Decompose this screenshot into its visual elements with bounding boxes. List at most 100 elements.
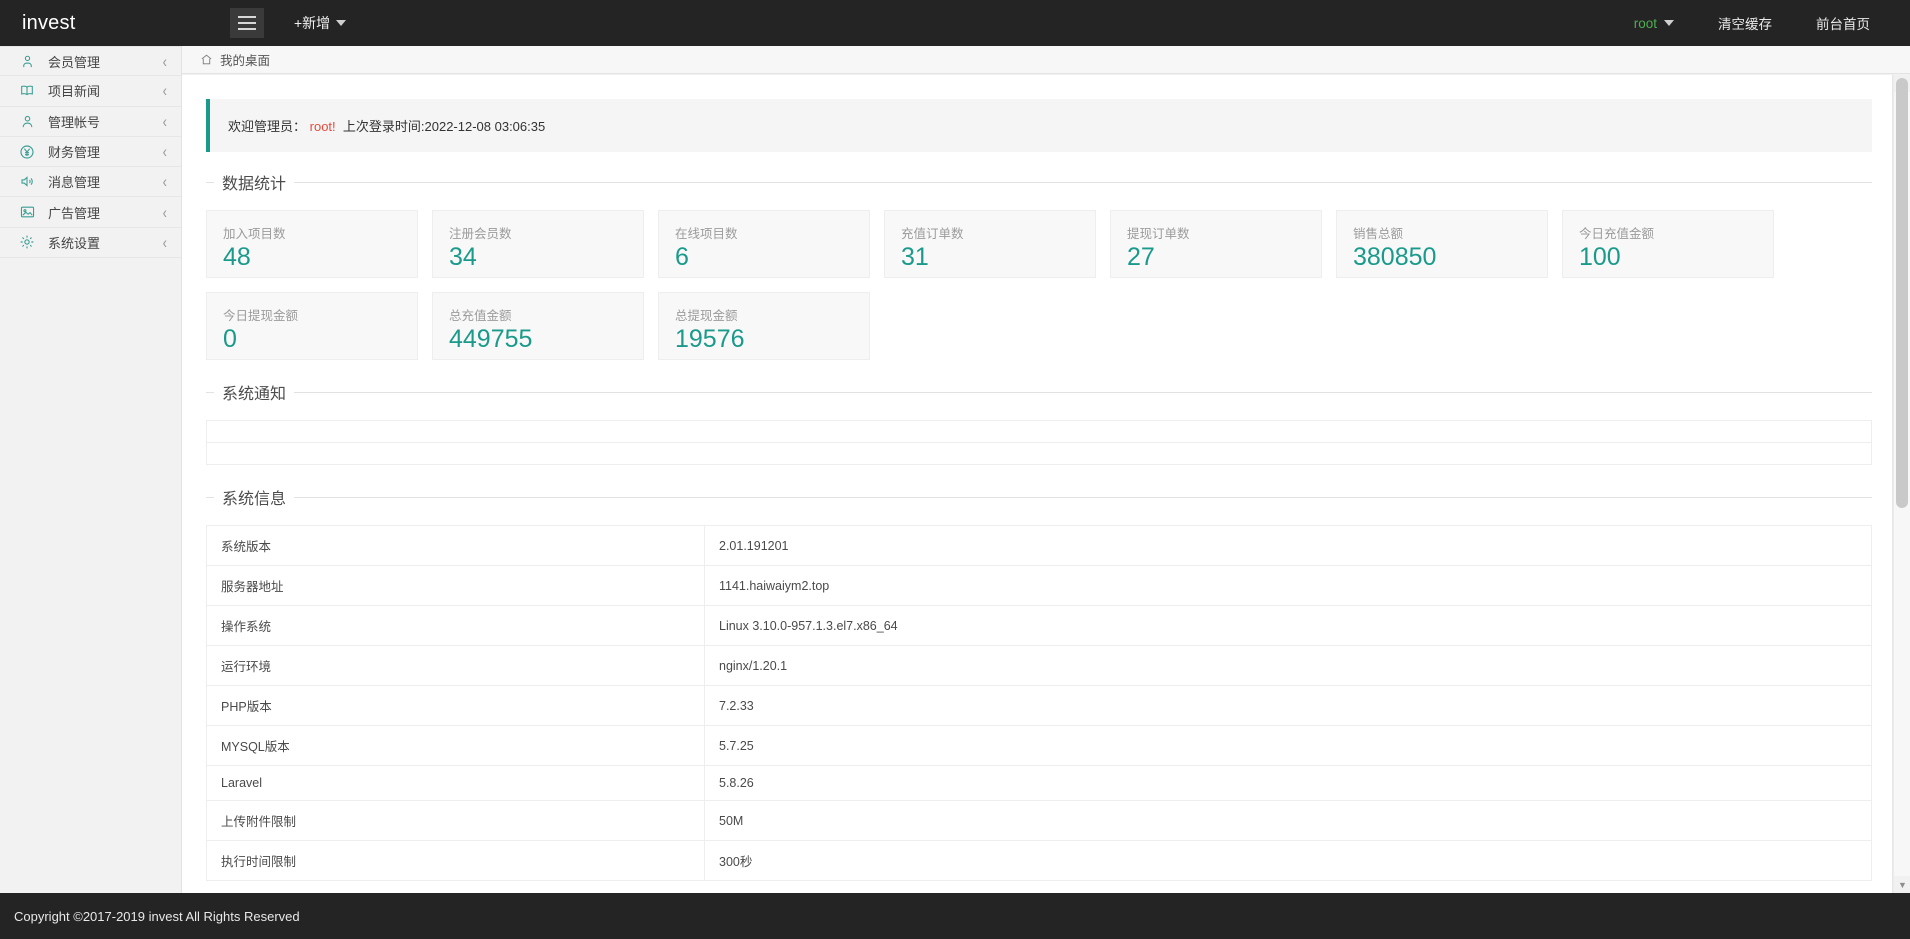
dashboard-panel: 欢迎管理员： root! 上次登录时间:2022-12-08 03:06:35 … — [182, 75, 1893, 893]
breadcrumb: 我的桌面 — [182, 46, 1910, 74]
stat-card: 总提现金额 19576 — [658, 292, 870, 360]
table-row — [207, 443, 1872, 465]
chevron-left-icon: ‹ — [163, 83, 167, 99]
breadcrumb-current[interactable]: 我的桌面 — [220, 50, 270, 69]
stat-card: 提现订单数 27 — [1110, 210, 1322, 278]
info-key: 服务器地址 — [207, 566, 705, 606]
chevron-left-icon: ‹ — [163, 234, 167, 250]
stat-card-value: 380850 — [1353, 244, 1547, 272]
home-icon — [200, 53, 213, 66]
gear-icon — [18, 233, 36, 251]
stat-card-label: 加入项目数 — [223, 223, 417, 242]
info-value: 2.01.191201 — [705, 526, 1872, 566]
scroll-down-arrow-icon[interactable]: ▼ — [1894, 876, 1910, 893]
chevron-down-icon — [336, 20, 346, 26]
table-row: 执行时间限制 300秒 — [207, 841, 1872, 881]
statistics-card-grid: 加入项目数 48 注册会员数 34 在线项目数 6 充值订单数 31 — [206, 210, 1872, 360]
brand-logo[interactable]: invest — [0, 0, 220, 46]
info-value: 300秒 — [705, 841, 1872, 881]
sidebar-item-admin-account[interactable]: 管理帐号 ‹ — [0, 107, 181, 137]
page-footer: Copyright ©2017-2019 invest All Rights R… — [0, 893, 1910, 939]
table-row: MYSQL版本 5.7.25 — [207, 726, 1872, 766]
info-value: 7.2.33 — [705, 686, 1872, 726]
new-dropdown-button[interactable]: +新增 — [294, 13, 346, 33]
stat-card: 今日充值金额 100 — [1562, 210, 1774, 278]
statistics-section: 数据统计 加入项目数 48 注册会员数 34 在线项目数 6 — [206, 170, 1872, 360]
stat-card: 今日提现金额 0 — [206, 292, 418, 360]
top-header-bar: invest +新增 root 清空缓存 前台首页 — [0, 0, 1910, 46]
stat-card-label: 充值订单数 — [901, 223, 1095, 242]
sidebar-item-finance-management[interactable]: 财务管理 ‹ — [0, 137, 181, 167]
chevron-left-icon: ‹ — [163, 174, 167, 190]
system-info-table: 系统版本 2.01.191201 服务器地址 1141.haiwaiym2.to… — [206, 525, 1872, 881]
system-notice-section: 系统通知 — [206, 380, 1872, 465]
stat-card: 加入项目数 48 — [206, 210, 418, 278]
info-value: 1141.haiwaiym2.top — [705, 566, 1872, 606]
stat-card-label: 注册会员数 — [449, 223, 643, 242]
stat-card-value: 6 — [675, 244, 869, 272]
chevron-left-icon: ‹ — [163, 143, 167, 159]
stat-card-value: 449755 — [449, 326, 643, 354]
stat-card-label: 总充值金额 — [449, 305, 643, 324]
stat-card-label: 总提现金额 — [675, 305, 869, 324]
sidebar-item-advertisement-management[interactable]: 广告管理 ‹ — [0, 197, 181, 227]
stat-card-value: 34 — [449, 244, 643, 272]
sidebar-item-label: 广告管理 — [48, 203, 163, 222]
table-row — [207, 421, 1872, 443]
sidebar-item-message-management[interactable]: 消息管理 ‹ — [0, 167, 181, 197]
new-dropdown-label: +新增 — [294, 13, 330, 33]
stat-card-label: 在线项目数 — [675, 223, 869, 242]
info-key: Laravel — [207, 766, 705, 801]
info-key: PHP版本 — [207, 686, 705, 726]
hamburger-icon[interactable] — [230, 8, 264, 38]
info-value: 5.8.26 — [705, 766, 1872, 801]
vertical-scrollbar[interactable]: ▲ ▼ — [1893, 75, 1910, 893]
main-content-area: 我的桌面 欢迎管理员： root! 上次登录时间:2022-12-08 03:0… — [182, 46, 1910, 893]
speaker-icon — [18, 173, 36, 191]
table-row: 上传附件限制 50M — [207, 801, 1872, 841]
info-key: MYSQL版本 — [207, 726, 705, 766]
image-icon — [18, 203, 36, 221]
sidebar-item-label: 财务管理 — [48, 142, 163, 161]
stat-card: 销售总额 380850 — [1336, 210, 1548, 278]
notice-cell — [207, 421, 1872, 443]
yen-circle-icon — [18, 143, 36, 161]
table-row: Laravel 5.8.26 — [207, 766, 1872, 801]
info-key: 系统版本 — [207, 526, 705, 566]
sidebar-item-label: 管理帐号 — [48, 112, 163, 131]
user-menu-label: root — [1634, 16, 1657, 31]
chevron-left-icon: ‹ — [163, 204, 167, 220]
table-row: 操作系统 Linux 3.10.0-957.1.3.el7.x86_64 — [207, 606, 1872, 646]
welcome-prefix: 欢迎管理员： — [228, 119, 306, 134]
copyright-text: Copyright ©2017-2019 invest All Rights R… — [14, 909, 300, 924]
stat-card-value: 31 — [901, 244, 1095, 272]
welcome-alert: 欢迎管理员： root! 上次登录时间:2022-12-08 03:06:35 — [206, 99, 1872, 152]
system-notice-legend: 系统通知 — [214, 380, 294, 404]
scrollbar-thumb[interactable] — [1896, 78, 1908, 508]
stat-card-value: 27 — [1127, 244, 1321, 272]
info-key: 上传附件限制 — [207, 801, 705, 841]
info-value: nginx/1.20.1 — [705, 646, 1872, 686]
stat-card-label: 销售总额 — [1353, 223, 1547, 242]
chevron-left-icon: ‹ — [163, 53, 167, 69]
table-row: 运行环境 nginx/1.20.1 — [207, 646, 1872, 686]
statistics-legend: 数据统计 — [214, 170, 294, 194]
info-key: 执行时间限制 — [207, 841, 705, 881]
info-value: Linux 3.10.0-957.1.3.el7.x86_64 — [705, 606, 1872, 646]
stat-card-label: 今日提现金额 — [223, 305, 417, 324]
sidebar-item-label: 会员管理 — [48, 52, 163, 71]
table-row: PHP版本 7.2.33 — [207, 686, 1872, 726]
stat-card-value: 19576 — [675, 326, 869, 354]
sidebar-item-system-settings[interactable]: 系统设置 ‹ — [0, 228, 181, 258]
clear-cache-button[interactable]: 清空缓存 — [1696, 0, 1794, 46]
info-key: 操作系统 — [207, 606, 705, 646]
sidebar-item-member-management[interactable]: 会员管理 ‹ — [0, 46, 181, 76]
stat-card-value: 48 — [223, 244, 417, 272]
sidebar-item-project-news[interactable]: 项目新闻 ‹ — [0, 76, 181, 106]
sidebar-item-label: 项目新闻 — [48, 81, 163, 100]
frontend-home-link[interactable]: 前台首页 — [1794, 0, 1892, 46]
chevron-down-icon — [1664, 20, 1674, 26]
welcome-last-login: 上次登录时间:2022-12-08 03:06:35 — [343, 119, 545, 134]
user-menu-button[interactable]: root — [1612, 0, 1696, 46]
stat-card: 充值订单数 31 — [884, 210, 1096, 278]
